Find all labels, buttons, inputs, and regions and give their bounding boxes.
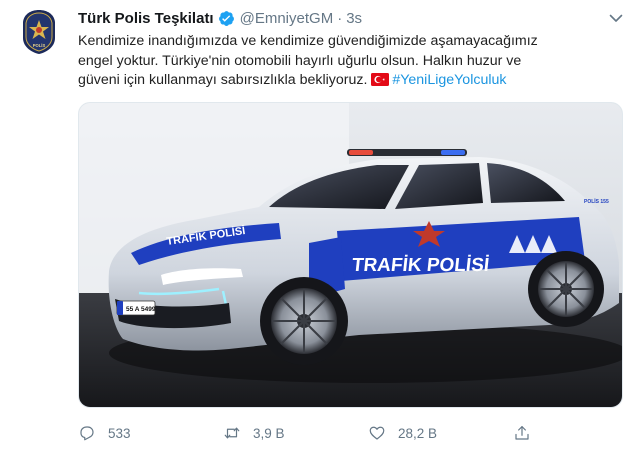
heart-icon xyxy=(369,426,385,440)
tweet-header: Türk Polis Teşkilatı @EmniyetGM · 3s xyxy=(78,8,362,28)
police-badge-icon: POLİS xyxy=(23,10,55,54)
tweet-text-line: Kendimize inandığımızda ve kendimize güv… xyxy=(78,33,538,49)
retweet-count: 3,9 B xyxy=(253,425,285,441)
like-button[interactable]: 28,2 B xyxy=(368,424,437,442)
turkey-flag-icon xyxy=(371,73,390,86)
police-car-image: TRAFİK POLİSİ TRAFİK POLİSİ POLİS 155 55… xyxy=(79,103,622,407)
svg-text:POLİS: POLİS xyxy=(33,43,46,48)
tweet-text-line: güveni için kullanmayı sabırsızlıkla bek… xyxy=(78,72,368,88)
reply-button[interactable]: 533 xyxy=(78,424,131,442)
like-count: 28,2 B xyxy=(398,425,438,441)
user-handle[interactable]: @EmniyetGM xyxy=(240,10,334,27)
car-side-text: TRAFİK POLİSİ xyxy=(351,255,490,276)
car-door-text: POLİS 155 xyxy=(584,198,609,205)
hashtag-link[interactable]: #YeniLigeYolculuk xyxy=(392,72,506,88)
display-name[interactable]: Türk Polis Teşkilatı xyxy=(78,10,214,27)
reply-count: 533 xyxy=(108,425,131,441)
license-plate: 55 A 5499 xyxy=(126,306,156,313)
share-button[interactable] xyxy=(513,424,543,442)
tweet-actions: 533 3,9 B 28,2 B xyxy=(78,424,623,448)
tweet: POLİS Türk Polis Teşkilatı @EmniyetGM · … xyxy=(0,0,640,460)
verified-badge-icon xyxy=(218,10,234,26)
header-separator: · xyxy=(337,9,343,27)
retweet-button[interactable]: 3,9 B xyxy=(223,424,285,442)
profile-avatar[interactable]: POLİS xyxy=(20,8,58,56)
tweet-time[interactable]: 3s xyxy=(346,10,362,27)
tweet-text-line: engel yoktur. Türkiye'nin otomobili hayı… xyxy=(78,52,522,69)
reply-icon xyxy=(80,426,94,441)
share-icon xyxy=(515,426,529,440)
chevron-down-icon[interactable] xyxy=(608,10,624,26)
tweet-text: Kendimize inandığımızda ve kendimize güv… xyxy=(78,32,623,91)
retweet-icon xyxy=(224,427,240,439)
tweet-media-image[interactable]: TRAFİK POLİSİ TRAFİK POLİSİ POLİS 155 55… xyxy=(78,102,623,408)
tweet-text-line-last: güveni için kullanmayı sabırsızlıkla bek… xyxy=(78,71,623,91)
